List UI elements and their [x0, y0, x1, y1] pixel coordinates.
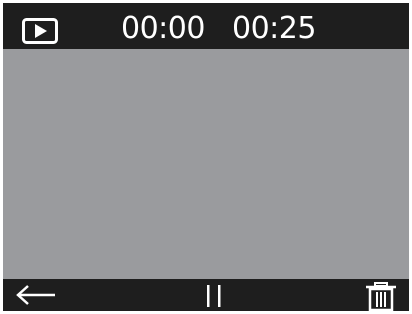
top-status-bar: 00:00 00:25 [3, 3, 409, 49]
trash-icon [366, 282, 396, 311]
arrow-left-icon [16, 285, 55, 305]
play-mode-icon [22, 18, 58, 44]
delete-button[interactable] [363, 282, 399, 311]
back-button[interactable] [13, 283, 57, 307]
current-time: 00:00 [121, 11, 205, 46]
video-viewport[interactable] [3, 49, 409, 279]
pause-button[interactable] [199, 283, 229, 309]
bottom-control-bar [3, 279, 409, 311]
total-duration: 00:25 [232, 11, 316, 46]
video-player: 00:00 00:25 [3, 3, 409, 311]
pause-icon [207, 285, 221, 307]
